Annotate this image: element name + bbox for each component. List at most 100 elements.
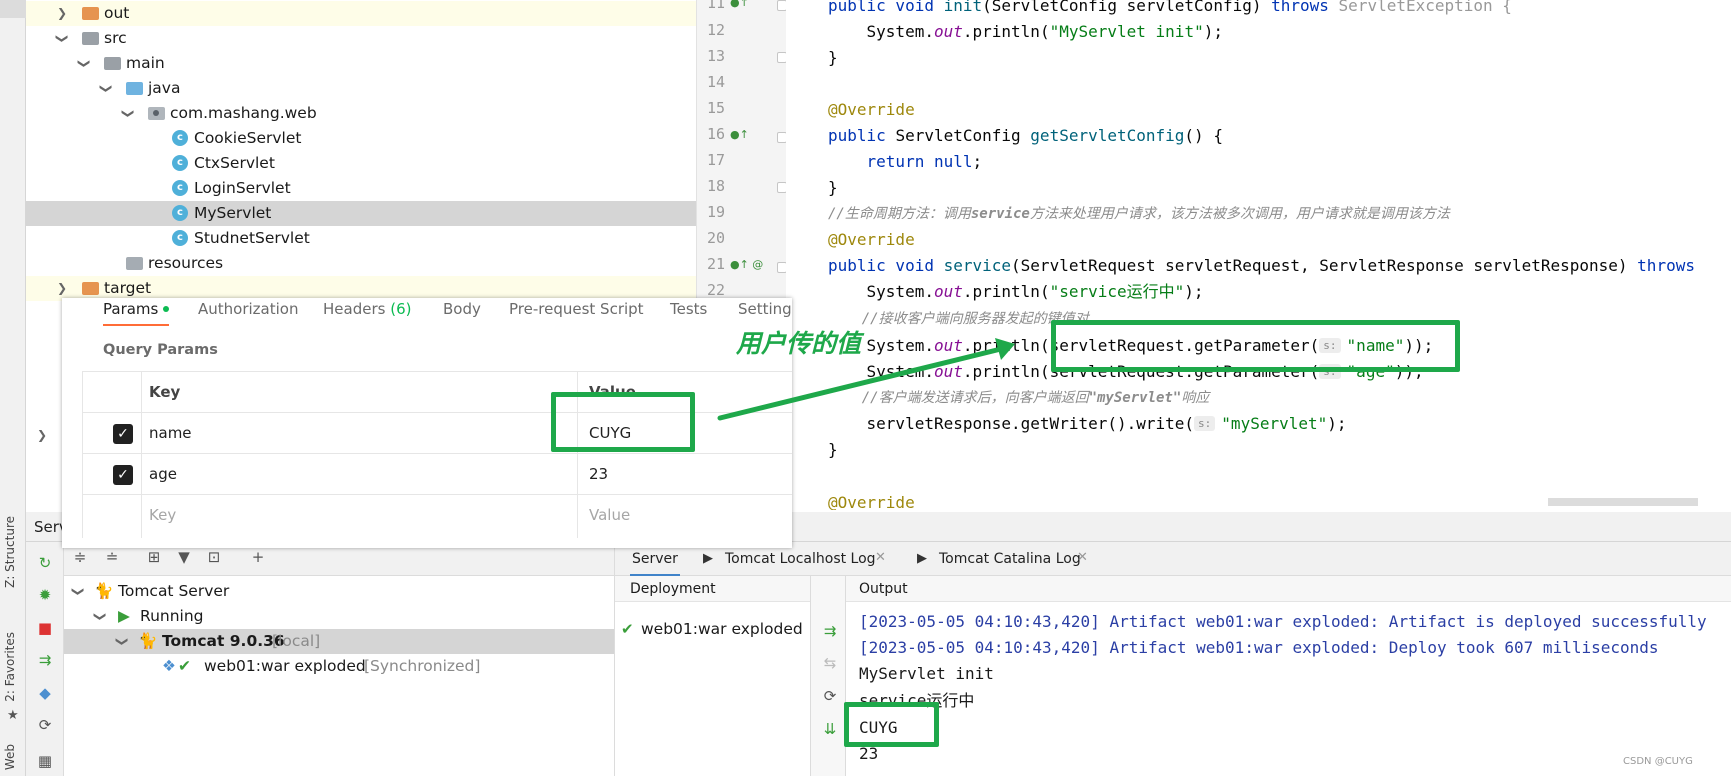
- class-icon: c: [172, 130, 188, 146]
- new-service-icon[interactable]: ⊡: [204, 548, 224, 568]
- rerun-icon[interactable]: ↻: [36, 554, 54, 572]
- class-icon: c: [172, 155, 188, 171]
- chevron-down-icon[interactable]: ❯: [72, 58, 97, 70]
- tab-tests[interactable]: Tests: [670, 300, 707, 318]
- tomcat-icon: 🐈: [138, 632, 158, 650]
- deploy-icon[interactable]: ⇉: [36, 651, 54, 669]
- close-icon[interactable]: ✕: [875, 550, 886, 565]
- tab-favorites[interactable]: 2: Favorites: [3, 632, 17, 702]
- close-icon[interactable]: ✕: [1077, 550, 1088, 565]
- tab-web[interactable]: Web: [3, 744, 17, 770]
- chevron-down-icon[interactable]: ❯: [116, 108, 141, 120]
- chevron-right-icon[interactable]: ❯: [36, 428, 48, 442]
- undeploy-icon[interactable]: ⇆: [821, 654, 839, 672]
- tab-authorization[interactable]: Authorization: [198, 300, 298, 318]
- tree-item-src[interactable]: ❯ src: [26, 26, 696, 51]
- folder-orange-icon: [82, 282, 99, 295]
- code-line: System.out.println("MyServlet init");: [828, 22, 1223, 41]
- annotation-label: 用户传的值: [736, 329, 862, 358]
- services-tree: ❯ 🐈 Tomcat Server ❯ ▶ Running ❯ 🐈 Tomcat…: [64, 576, 614, 776]
- override-marker-icon[interactable]: ●↑: [730, 0, 749, 9]
- param-key[interactable]: name: [149, 413, 192, 454]
- output-actions: ⇉ ⇆ ⟳ ⇊: [810, 576, 846, 776]
- tree-item-class[interactable]: c CtxServlet: [26, 151, 696, 176]
- chevron-down-icon[interactable]: ❯: [94, 83, 119, 95]
- tab-settings[interactable]: Settings: [738, 300, 792, 318]
- class-icon: c: [172, 205, 188, 221]
- package-icon: [148, 107, 165, 120]
- refresh-icon[interactable]: ⟳: [36, 716, 54, 734]
- tree-item-tomcat-instance[interactable]: ❯ 🐈 Tomcat 9.0.36 [local]: [64, 629, 614, 654]
- checkbox-checked-icon[interactable]: ✓: [113, 465, 133, 485]
- param-key[interactable]: age: [149, 454, 177, 495]
- tree-item-class[interactable]: c CookieServlet: [26, 126, 696, 151]
- param-value[interactable]: 23: [589, 454, 608, 495]
- tree-item-package[interactable]: ❯ com.mashang.web: [26, 101, 696, 126]
- tree-item-class[interactable]: c StudnetServlet: [26, 226, 696, 251]
- tree-item-artifact[interactable]: ❖ ✔ web01:war exploded [Synchronized]: [64, 654, 614, 679]
- code-editor[interactable]: public void init(ServletConfig servletCo…: [786, 0, 1731, 510]
- tree-item-java[interactable]: ❯ java: [26, 76, 696, 101]
- check-icon: ✔: [178, 657, 191, 675]
- left-tool-strip: [0, 0, 26, 512]
- code-line: return null;: [828, 152, 983, 171]
- scroll-end-icon[interactable]: ⇊: [821, 720, 839, 738]
- tab-structure[interactable]: Z: Structure: [3, 516, 17, 588]
- code-line-comment: //生命周期方法：调用service方法来处理用户请求，该方法被多次调用，用户请…: [828, 206, 1450, 222]
- tab-params[interactable]: Params: [103, 300, 170, 326]
- tab-body[interactable]: Body: [443, 300, 481, 318]
- tree-item-class-selected[interactable]: c MyServlet: [26, 201, 696, 226]
- key-placeholder[interactable]: Key: [149, 495, 176, 536]
- line-number: 13: [706, 47, 725, 65]
- code-line: }: [828, 440, 838, 459]
- tree-item-out[interactable]: ❯ out: [26, 1, 696, 26]
- tab-headers[interactable]: Headers (6): [323, 300, 411, 318]
- output-line: [2023-05-05 04:10:43,420] Artifact web01…: [859, 612, 1707, 631]
- filter-icon[interactable]: ▼: [174, 548, 194, 568]
- tab-pre-request-script[interactable]: Pre-request Script: [509, 300, 644, 318]
- output-line: MyServlet init: [859, 664, 994, 683]
- checkbox-checked-icon[interactable]: ✓: [113, 424, 133, 444]
- add-icon[interactable]: +: [248, 548, 268, 568]
- tree-item-running[interactable]: ❯ ▶ Running: [64, 604, 614, 629]
- collapse-all-icon[interactable]: ≐: [102, 548, 122, 568]
- line-number: 20: [706, 229, 725, 247]
- value-placeholder[interactable]: Value: [589, 495, 630, 536]
- refresh-icon[interactable]: ⟳: [821, 687, 839, 705]
- line-number: 22: [706, 281, 725, 299]
- expand-all-icon[interactable]: ≑: [70, 548, 90, 568]
- horizontal-scrollbar[interactable]: [1548, 498, 1698, 506]
- key-column-header: Key: [149, 383, 181, 401]
- code-line: System.out.println("service运行中");: [828, 282, 1204, 301]
- tree-item-class[interactable]: c LoginServlet: [26, 176, 696, 201]
- group-icon[interactable]: ⊞: [144, 548, 164, 568]
- deployment-header: Deployment: [615, 576, 811, 602]
- code-line: @Override: [828, 100, 915, 119]
- code-line: public void init(ServletConfig servletCo…: [828, 0, 1512, 15]
- deployment-panel: Deployment ✔ web01:war exploded: [614, 576, 811, 776]
- chevron-down-icon[interactable]: ❯: [66, 586, 91, 598]
- chevron-down-icon[interactable]: ❯: [88, 611, 113, 623]
- line-number: 14: [706, 73, 725, 91]
- folder-blue-icon: [126, 82, 143, 95]
- run-icon: ▶: [118, 607, 130, 625]
- redeploy-icon[interactable]: ⇉: [821, 622, 839, 640]
- line-number: 12: [706, 21, 725, 39]
- deployment-item[interactable]: web01:war exploded: [641, 620, 803, 638]
- chevron-down-icon[interactable]: ❯: [110, 636, 135, 648]
- stop-icon[interactable]: ■: [36, 619, 54, 637]
- tab-catalina-log[interactable]: Tomcat Catalina Log: [939, 542, 1081, 576]
- chevron-down-icon[interactable]: ❯: [50, 33, 75, 45]
- tree-item-resources[interactable]: resources: [26, 251, 696, 276]
- active-dot-icon: [163, 306, 170, 312]
- tree-item-main[interactable]: ❯ main: [26, 51, 696, 76]
- override-marker-icon[interactable]: ●↑ @: [730, 258, 763, 271]
- layout-icon[interactable]: ▦: [36, 752, 54, 770]
- artifact-icon[interactable]: ◆: [36, 684, 54, 702]
- debug-icon[interactable]: ✹: [36, 586, 54, 604]
- tree-item-tomcat-server[interactable]: ❯ 🐈 Tomcat Server: [64, 579, 614, 604]
- output-console[interactable]: Output [2023-05-05 04:10:43,420] Artifac…: [846, 576, 1731, 776]
- code-line: public ServletConfig getServletConfig() …: [828, 126, 1223, 145]
- chevron-right-icon[interactable]: ❯: [56, 1, 68, 26]
- override-marker-icon[interactable]: ●↑: [730, 128, 749, 141]
